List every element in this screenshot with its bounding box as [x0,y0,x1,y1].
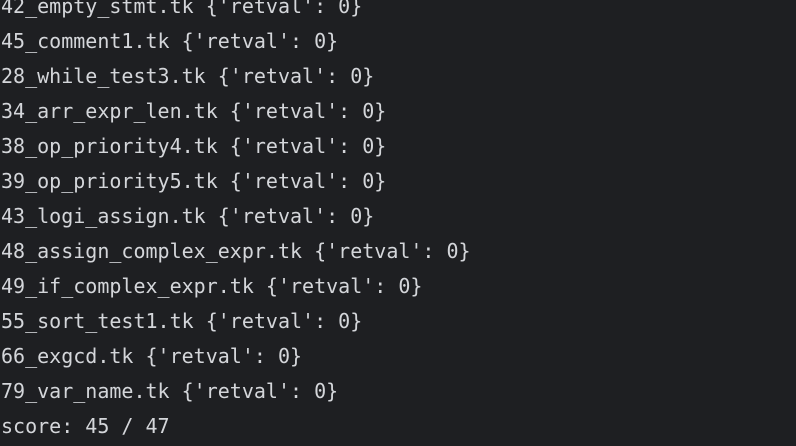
output-line: 38_op_priority4.tk {'retval': 0} [1,134,387,158]
output-line: 34_arr_expr_len.tk {'retval': 0} [1,99,387,123]
output-line: 79_var_name.tk {'retval': 0} [1,379,339,403]
output-line: 42_empty_stmt.tk {'retval': 0} [1,0,363,18]
output-line: 28_while_test3.tk {'retval': 0} [1,64,375,88]
output-line: 66_exgcd.tk {'retval': 0} [1,344,303,368]
terminal-output[interactable]: 42_empty_stmt.tk {'retval': 0} 45_commen… [0,0,796,446]
output-line: 55_sort_test1.tk {'retval': 0} [1,309,363,333]
output-line: 43_logi_assign.tk {'retval': 0} [1,204,375,228]
output-line: 39_op_priority5.tk {'retval': 0} [1,169,387,193]
output-line: 48_assign_complex_expr.tk {'retval': 0} [1,239,471,263]
output-line: 49_if_complex_expr.tk {'retval': 0} [1,274,423,298]
score-line: score: 45 / 47 [1,414,170,438]
output-line: 45_comment1.tk {'retval': 0} [1,29,339,53]
